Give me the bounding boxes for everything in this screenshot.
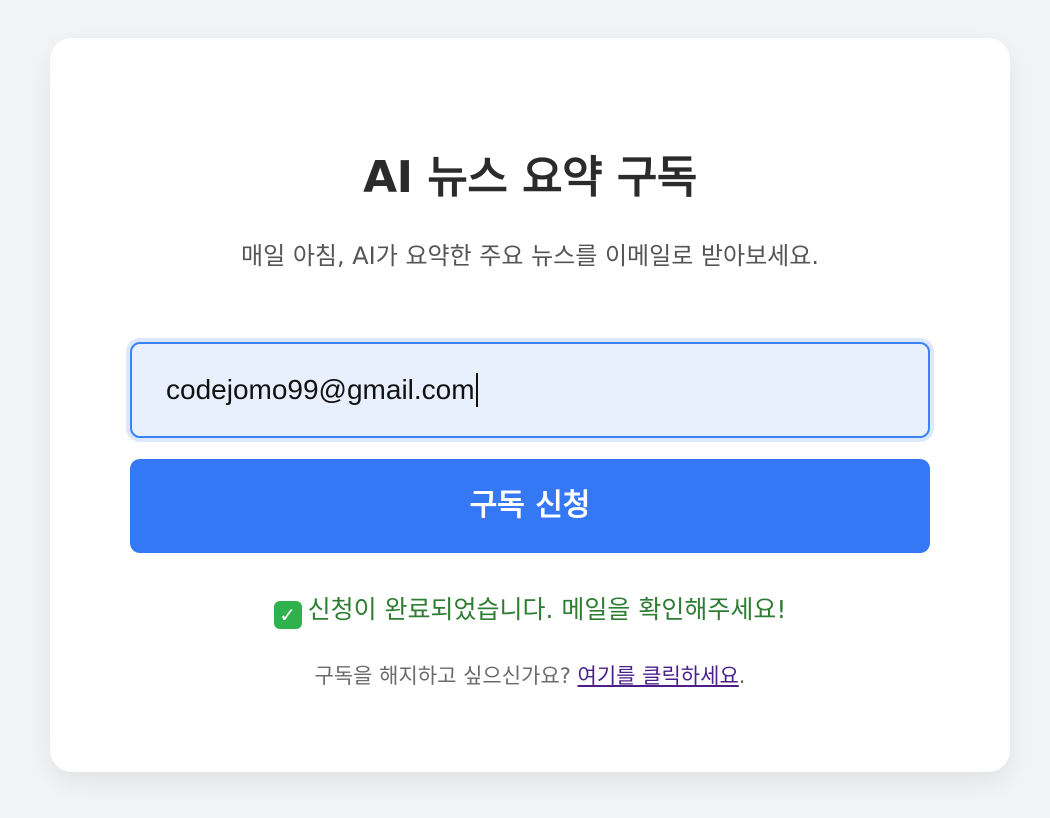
subscription-card: AI 뉴스 요약 구독 매일 아침, AI가 요약한 주요 뉴스를 이메일로 받… [50,38,1010,772]
unsubscribe-note: 구독을 해지하고 싶으신가요? 여기를 클릭하세요. [50,660,1010,692]
success-message-text: 신청이 완료되었습니다. 메일을 확인해주세요! [307,595,787,624]
page-subtitle: 매일 아침, AI가 요약한 주요 뉴스를 이메일로 받아보세요. [241,242,819,270]
check-mark-button-icon: ✓ [273,601,302,629]
success-message: ✓ 신청이 완료되었습니다. 메일을 확인해주세요! [50,590,1010,630]
email-input-value: codejomo99@gmail.com [166,374,475,405]
unsubscribe-suffix: . [738,664,746,688]
text-cursor [475,373,478,407]
unsubscribe-prompt: 구독을 해지하고 싶으신가요? [314,664,578,688]
email-input[interactable]: codejomo99@gmail.com [130,342,930,438]
subscribe-button[interactable]: 구독 신청 [130,459,930,553]
page-title: AI 뉴스 요약 구독 [363,152,697,203]
unsubscribe-link[interactable]: 여기를 클릭하세요 [578,664,739,688]
